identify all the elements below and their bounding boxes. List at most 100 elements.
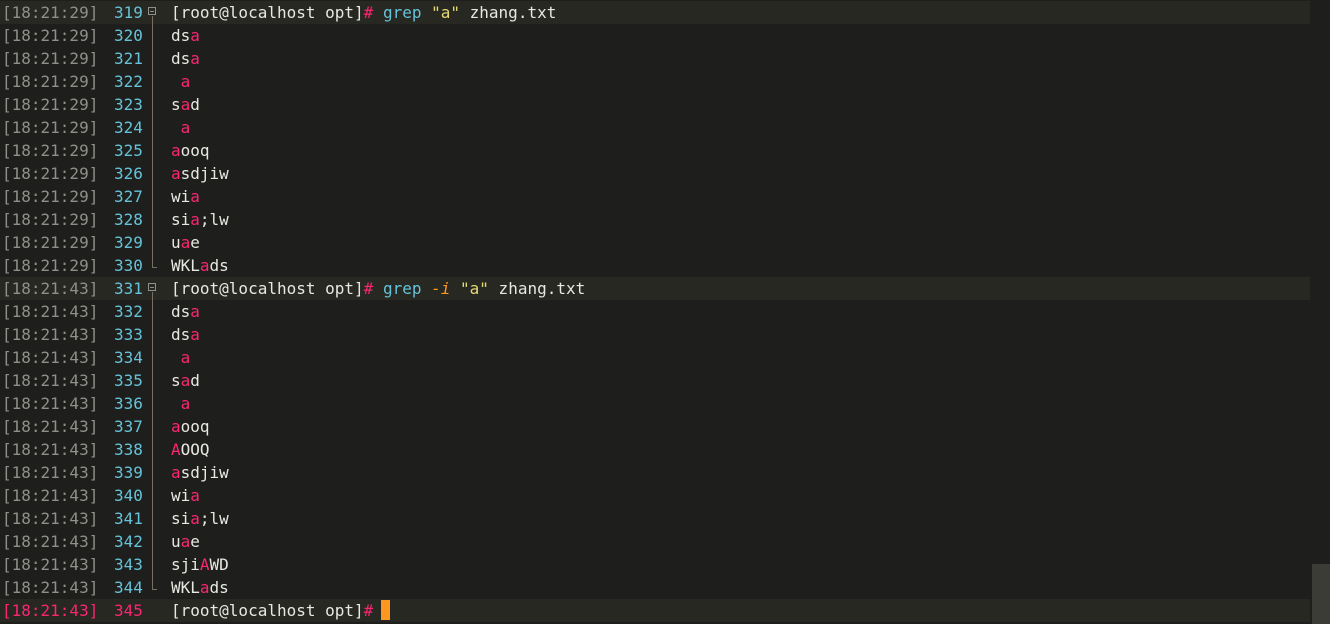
- timestamp: [18:21:29]: [2, 233, 99, 252]
- text-segment: ds: [171, 302, 191, 321]
- output-line: [18:21:43] 343 sjiAWD: [0, 553, 1310, 576]
- output-line: [18:21:43] 335 sad: [0, 369, 1310, 392]
- fold-guide-line: [152, 208, 153, 231]
- terminal-output[interactable]: [18:21:29] 319 [root@localhost opt]# grep …: [0, 0, 1310, 624]
- shell-prompt: [root@localhost opt]: [171, 601, 364, 620]
- text-segment: si: [171, 210, 191, 229]
- fold-gutter: [146, 369, 160, 392]
- line-number: 323: [114, 95, 143, 114]
- match-highlight: a: [190, 325, 200, 344]
- fold-gutter: [146, 254, 160, 277]
- fold-gutter: [146, 24, 160, 47]
- line-number: 340: [114, 486, 143, 505]
- collapse-icon[interactable]: [148, 7, 156, 15]
- fold-gutter: [146, 47, 160, 70]
- command-token: zhang.txt: [460, 3, 557, 22]
- match-highlight: a: [190, 509, 200, 528]
- fold-guide-line: [152, 185, 153, 208]
- fold-guide-line: [152, 47, 153, 70]
- match-highlight: a: [190, 26, 200, 45]
- fold-guide-line: [152, 530, 153, 553]
- timestamp: [18:21:29]: [2, 72, 99, 91]
- scrollbar-thumb[interactable]: [1312, 564, 1330, 624]
- output-line: [18:21:29] 324 a: [0, 116, 1310, 139]
- fold-guide-line: [152, 139, 153, 162]
- timestamp: [18:21:29]: [2, 210, 99, 229]
- output-text: uae: [171, 231, 200, 254]
- output-line: [18:21:43] 342 uae: [0, 530, 1310, 553]
- text-segment: ds: [209, 578, 229, 597]
- fold-gutter: [146, 553, 160, 576]
- line-number: 321: [114, 49, 143, 68]
- output-line: [18:21:43] 333 dsa: [0, 323, 1310, 346]
- output-text: sia;lw: [171, 507, 229, 530]
- timestamp: [18:21:43]: [2, 394, 99, 413]
- output-text: asdjiw: [171, 162, 229, 185]
- output-line: [18:21:29] 329 uae: [0, 231, 1310, 254]
- output-line: [18:21:43] 336 a: [0, 392, 1310, 415]
- fold-guide-line: [152, 16, 153, 24]
- text-cursor[interactable]: [381, 600, 391, 620]
- prompt-hash: #: [363, 279, 374, 298]
- fold-guide-line: [152, 392, 153, 415]
- output-line: [18:21:29] 322 a: [0, 70, 1310, 93]
- fold-end-marker: [152, 589, 157, 590]
- command-token: -i: [431, 279, 451, 298]
- vertical-scrollbar[interactable]: [1310, 0, 1330, 624]
- match-highlight: a: [180, 118, 191, 137]
- command-token: [421, 279, 431, 298]
- text-segment: ds: [171, 26, 191, 45]
- fold-gutter: [146, 162, 160, 185]
- output-line: [18:21:29] 320 dsa: [0, 24, 1310, 47]
- timestamp: [18:21:43]: [2, 302, 99, 321]
- line-number: 342: [114, 532, 143, 551]
- fold-gutter: [146, 70, 160, 93]
- text-segment: ds: [209, 256, 229, 275]
- output-line: [18:21:43] 344 WKLads: [0, 576, 1310, 599]
- output-text: WKLads: [171, 576, 229, 599]
- fold-gutter: [146, 208, 160, 231]
- text-segment: e: [190, 532, 200, 551]
- timestamp: [18:21:43]: [2, 509, 99, 528]
- match-highlight: a: [180, 72, 191, 91]
- fold-gutter[interactable]: [146, 1, 160, 24]
- command-token: "a": [460, 279, 489, 298]
- match-highlight: a: [180, 371, 191, 390]
- output-text: aooq: [171, 415, 210, 438]
- text-segment: wi: [171, 187, 191, 206]
- shell-prompt: [root@localhost opt]: [171, 279, 364, 298]
- output-text: a: [171, 346, 191, 369]
- command-token: "a": [431, 3, 461, 22]
- fold-gutter: [146, 231, 160, 254]
- fold-gutter: [146, 139, 160, 162]
- text-segment: [171, 394, 181, 413]
- line-number: 324: [114, 118, 143, 137]
- output-line: [18:21:43] 339 asdjiw: [0, 461, 1310, 484]
- text-segment: ooq: [180, 417, 210, 436]
- output-line: [18:21:29] 328 sia;lw: [0, 208, 1310, 231]
- output-text: WKLads: [171, 254, 229, 277]
- line-number: 341: [114, 509, 143, 528]
- match-highlight: a: [171, 417, 181, 436]
- line-number: 331: [114, 279, 143, 298]
- line-number: 332: [114, 302, 143, 321]
- line-number: 336: [114, 394, 143, 413]
- line-number: 319: [114, 3, 143, 22]
- output-text: sia;lw: [171, 208, 229, 231]
- text-segment: [171, 118, 181, 137]
- line-number: 333: [114, 325, 143, 344]
- line-number: 322: [114, 72, 143, 91]
- text-segment: WD: [209, 555, 229, 574]
- fold-gutter[interactable]: [146, 277, 160, 300]
- text-segment: OOQ: [180, 440, 210, 459]
- fold-guide-line: [152, 323, 153, 346]
- match-highlight: a: [199, 578, 210, 597]
- fold-guide-line: [152, 162, 153, 185]
- command-text: [root@localhost opt]# grep "a" zhang.txt: [171, 1, 556, 24]
- fold-gutter: [146, 576, 160, 599]
- match-highlight: a: [190, 302, 200, 321]
- text-segment: [171, 72, 181, 91]
- line-number: 339: [114, 463, 143, 482]
- collapse-icon[interactable]: [148, 283, 156, 291]
- output-line: [18:21:29] 330 WKLads: [0, 254, 1310, 277]
